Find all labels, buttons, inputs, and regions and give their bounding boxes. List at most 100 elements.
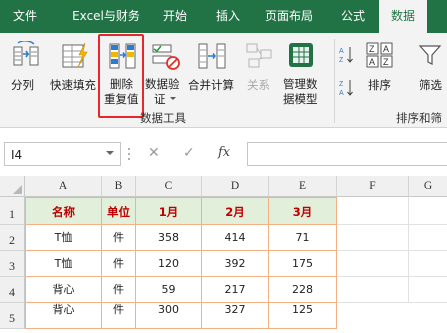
group-separator	[334, 39, 335, 123]
table-cell[interactable]: 背心	[25, 303, 102, 329]
svg-text:Z: Z	[369, 44, 375, 54]
table-cell[interactable]: 392	[202, 251, 269, 277]
cell-g1[interactable]	[409, 197, 447, 225]
tab-more[interactable]	[428, 0, 447, 33]
cell-f1[interactable]	[337, 197, 409, 225]
svg-text:Z: Z	[339, 81, 344, 88]
column-header-f[interactable]: F	[337, 176, 409, 197]
table-cell[interactable]: 125	[269, 303, 337, 329]
table-cell[interactable]: 件	[102, 251, 136, 277]
column-header-a[interactable]: A	[25, 176, 102, 197]
sort-ascending-icon: A Z	[339, 47, 353, 64]
svg-text:A: A	[383, 44, 389, 54]
table-cell[interactable]: 71	[269, 225, 337, 251]
filter-button[interactable]: 筛选	[412, 37, 447, 95]
table-cell[interactable]	[409, 277, 447, 303]
table-cell[interactable]	[409, 251, 447, 277]
column-header-b[interactable]: B	[102, 176, 136, 197]
formula-bar-grip-icon	[128, 148, 130, 160]
formula-input[interactable]	[247, 142, 447, 166]
consolidate-button[interactable]: 合并计算	[186, 37, 238, 95]
flash-fill-icon	[62, 42, 88, 68]
svg-text:A: A	[339, 90, 344, 97]
flash-fill-button[interactable]: 快速填充	[50, 37, 100, 95]
highlight-box	[98, 34, 144, 118]
ribbon-tab-bar: 文件 Excel与财务 开始 插入 页面布局 公式 数据	[0, 0, 447, 33]
sort-ascending-button[interactable]: A Z	[339, 45, 355, 65]
row-header-2[interactable]: 2	[0, 225, 25, 251]
manage-data-model-label-2: 据模型	[283, 92, 318, 106]
row-header-1[interactable]: 1	[0, 197, 25, 225]
filter-icon	[418, 45, 442, 65]
header-cell-name[interactable]: 名称	[25, 197, 102, 225]
table-cell[interactable]: 217	[202, 277, 269, 303]
tab-file[interactable]: 文件	[0, 0, 50, 33]
svg-text:Z: Z	[339, 57, 344, 64]
table-cell[interactable]: 背心	[25, 277, 102, 303]
table-cell[interactable]	[409, 225, 447, 251]
select-all-icon	[13, 185, 22, 194]
tab-page-layout[interactable]: 页面布局	[256, 0, 322, 33]
row-header-5[interactable]: 5	[0, 303, 25, 329]
data-validation-label-1: 数据验	[145, 77, 180, 91]
insert-function-icon[interactable]: fx	[218, 145, 230, 160]
flash-fill-label: 快速填充	[50, 78, 96, 92]
enter-icon[interactable]: ✓	[183, 145, 195, 161]
tab-home[interactable]: 开始	[152, 0, 198, 33]
table-cell[interactable]: T恤	[25, 251, 102, 277]
relationships-icon	[246, 43, 272, 68]
table-cell[interactable]: 300	[136, 303, 202, 329]
name-box[interactable]: I4	[4, 142, 121, 166]
svg-text:Z: Z	[383, 57, 389, 67]
dropdown-arrow-icon	[170, 97, 176, 100]
table-cell[interactable]: 59	[136, 277, 202, 303]
table-cell[interactable]: 件	[102, 225, 136, 251]
tab-formulas[interactable]: 公式	[330, 0, 376, 33]
filter-label: 筛选	[419, 78, 442, 92]
column-header-c[interactable]: C	[136, 176, 202, 197]
table-cell[interactable]: 358	[136, 225, 202, 251]
header-cell-feb[interactable]: 2月	[202, 197, 269, 225]
data-validation-label-2: 证	[154, 92, 166, 106]
data-validation-button[interactable]: 数据验 证	[144, 37, 188, 109]
row-header-4[interactable]: 4	[0, 277, 25, 303]
name-box-dropdown-icon[interactable]	[106, 151, 114, 155]
ribbon-data: 分列 快速填充 删除 重复值 数据验 证 合并计算 关系 管理数 据模型 A Z…	[0, 33, 447, 128]
split-label: 分列	[11, 78, 34, 92]
column-header-d[interactable]: D	[202, 176, 269, 197]
table-cell[interactable]: T恤	[25, 225, 102, 251]
select-all-button[interactable]	[0, 176, 25, 197]
table-cell[interactable]: 件	[102, 303, 136, 329]
table-cell[interactable]: 120	[136, 251, 202, 277]
table-cell[interactable]: 件	[102, 277, 136, 303]
header-cell-mar[interactable]: 3月	[269, 197, 337, 225]
consolidate-icon	[198, 43, 226, 69]
sort-descending-button[interactable]: Z A	[339, 78, 355, 98]
table-cell[interactable]	[337, 225, 409, 251]
column-header-g[interactable]: G	[409, 176, 447, 197]
sort-descending-icon: Z A	[339, 80, 353, 97]
manage-data-model-button[interactable]: 管理数 据模型	[280, 37, 322, 109]
column-header-e[interactable]: E	[269, 176, 337, 197]
relationships-button[interactable]: 关系	[240, 37, 278, 95]
table-cell[interactable]: 228	[269, 277, 337, 303]
table-cell[interactable]: 175	[269, 251, 337, 277]
table-cell[interactable]	[337, 277, 409, 303]
relationships-label: 关系	[247, 78, 270, 92]
tab-data[interactable]: 数据	[379, 0, 427, 33]
cancel-icon[interactable]: ✕	[148, 145, 160, 161]
group-label-sort-filter: 排序和筛	[396, 111, 442, 125]
header-cell-unit[interactable]: 单位	[102, 197, 136, 225]
worksheet-grid: A B C D E F G 1 2 3 4 5 名称 单位 1月 2月 3月 T…	[0, 176, 447, 329]
data-model-icon	[289, 43, 313, 67]
tab-insert[interactable]: 插入	[205, 0, 251, 33]
sort-button[interactable]: Z A A Z 排序	[360, 37, 400, 95]
svg-text:A: A	[369, 57, 375, 67]
table-cell[interactable]: 414	[202, 225, 269, 251]
split-button[interactable]: 分列	[6, 37, 46, 95]
header-cell-jan[interactable]: 1月	[136, 197, 202, 225]
row-header-3[interactable]: 3	[0, 251, 25, 277]
table-cell[interactable]	[337, 251, 409, 277]
table-cell[interactable]: 327	[202, 303, 269, 329]
tab-excel-finance[interactable]: Excel与财务	[62, 0, 150, 33]
